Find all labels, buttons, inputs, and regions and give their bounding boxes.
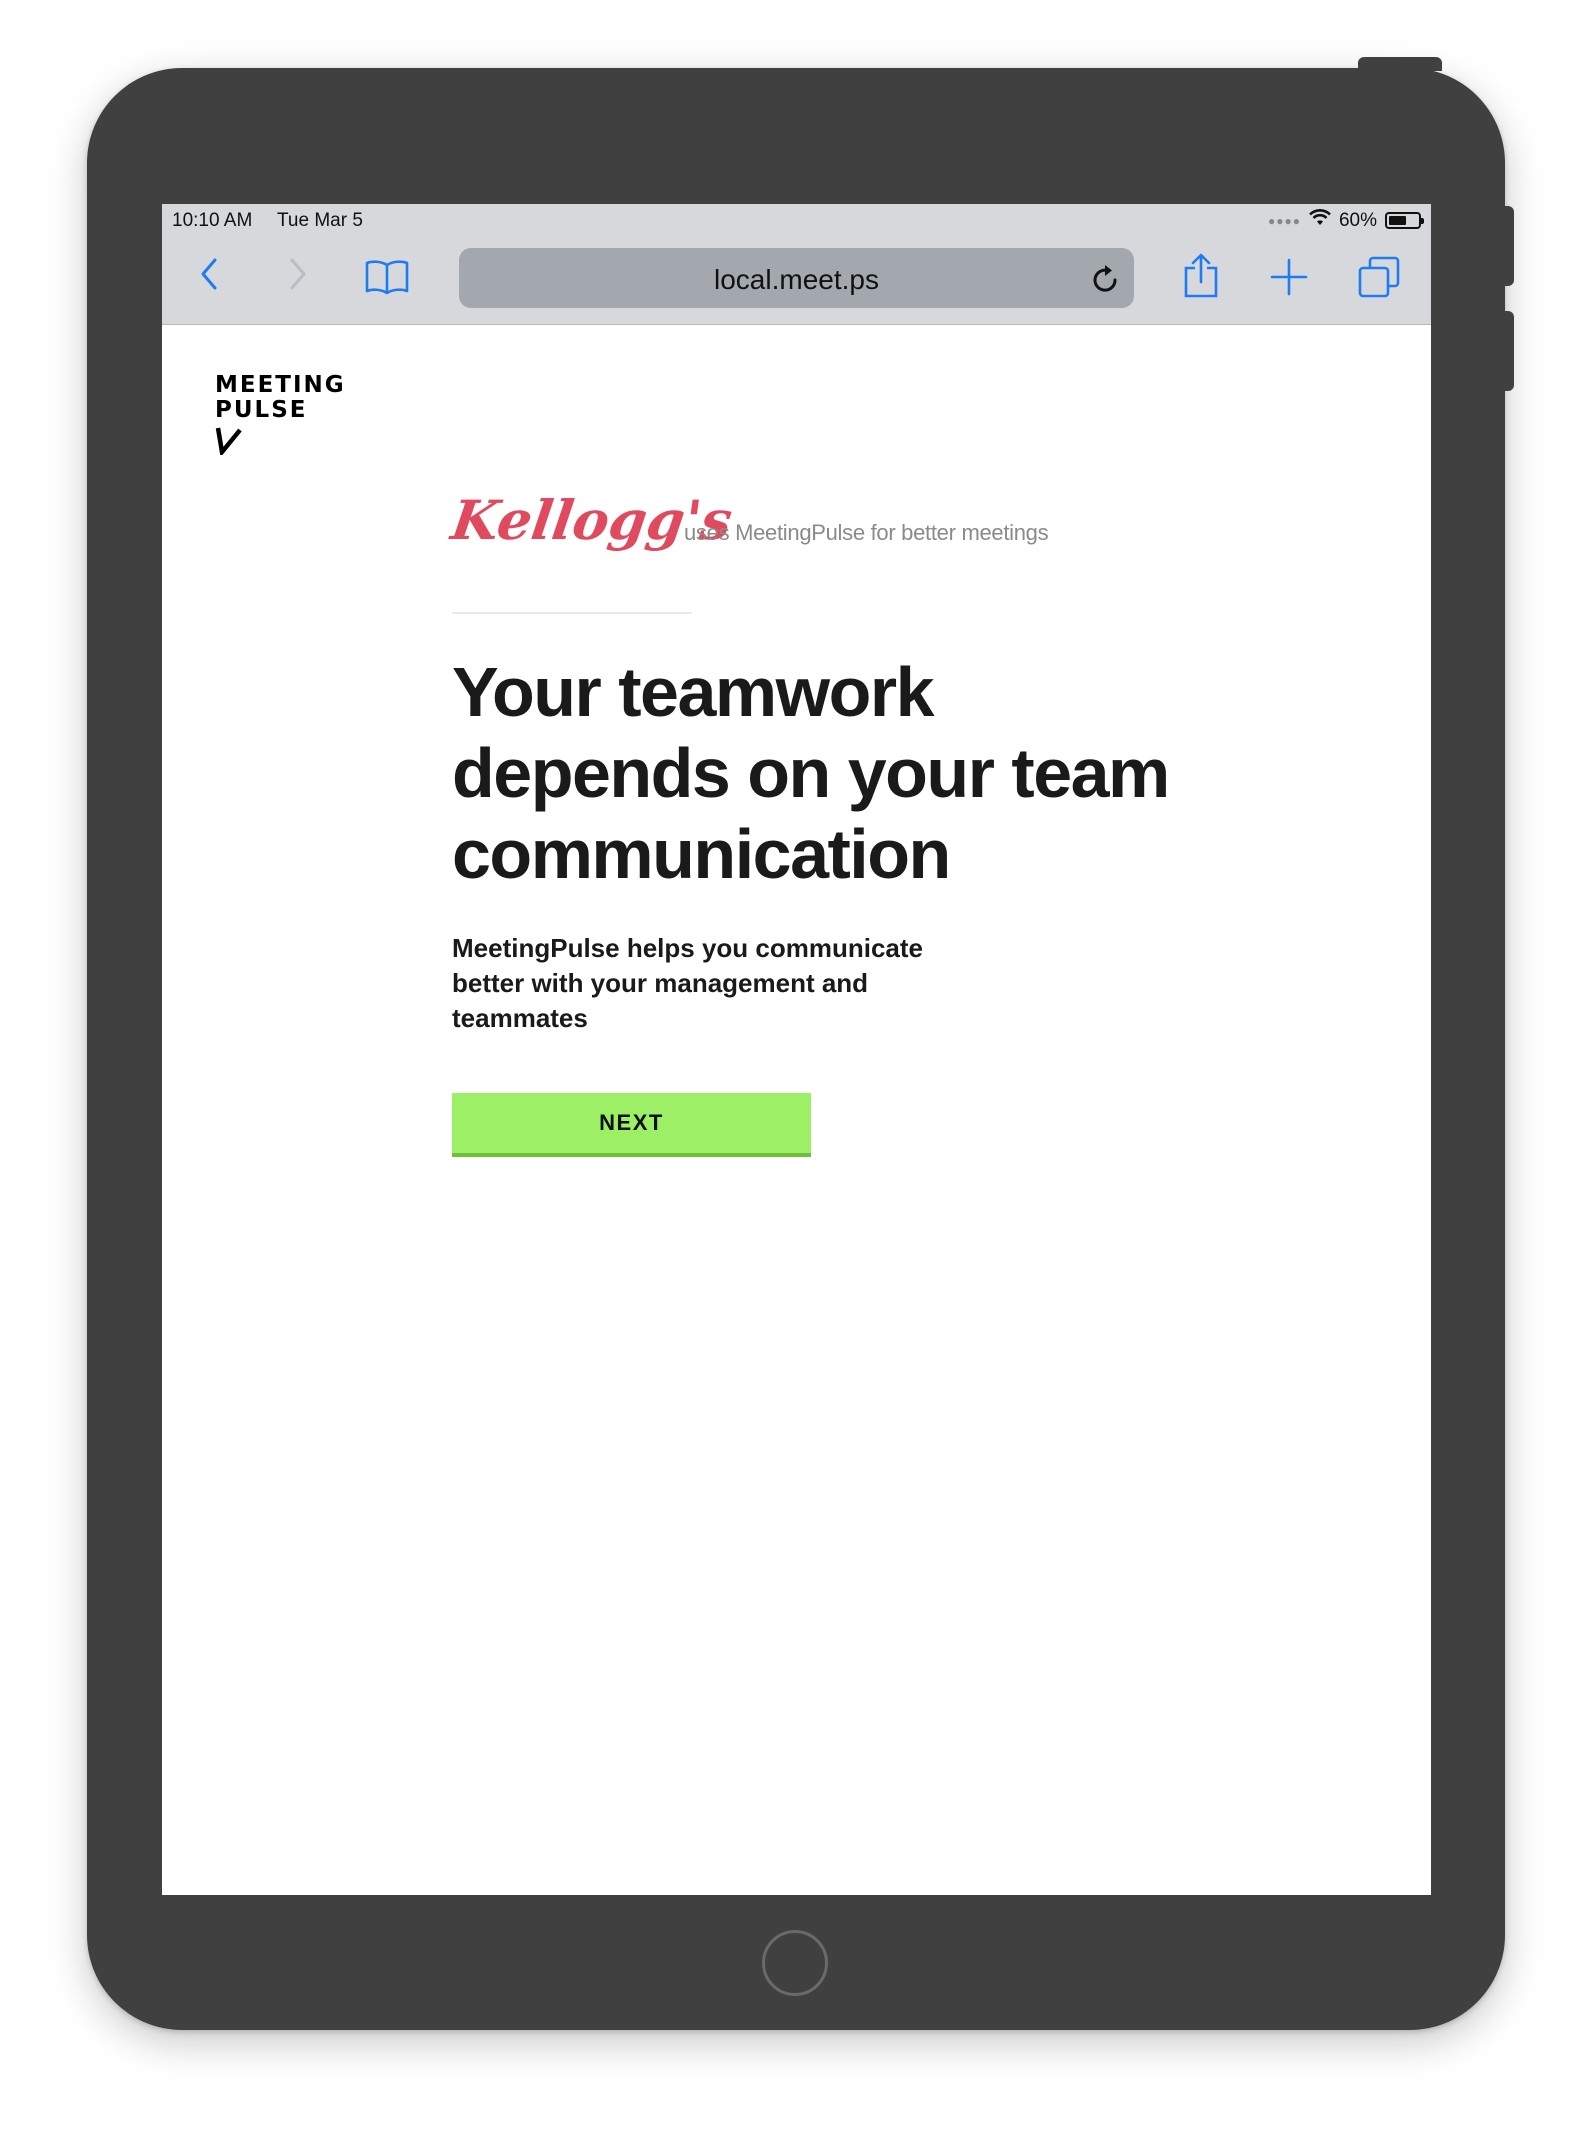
logo-line-1: MEETING — [215, 372, 346, 398]
logo-line-2: PULSE — [215, 397, 308, 423]
device-screen: 10:10 AM Tue Mar 5 ●●●● 60% local.meet.p… — [162, 204, 1431, 1895]
battery-icon — [1385, 212, 1424, 229]
page-subtext: MeetingPulse helps you communicate bette… — [452, 933, 923, 1033]
url-text: local.meet.ps — [714, 264, 879, 295]
pulse-checkmark-icon — [215, 425, 346, 460]
home-button[interactable] — [762, 1930, 828, 1996]
power-button — [1358, 57, 1442, 71]
tabs-icon[interactable] — [1358, 256, 1400, 303]
page-headline: Your teamwork depends on your team commu… — [452, 653, 1170, 893]
wifi-icon — [1309, 209, 1331, 232]
browser-toolbar: local.meet.ps — [162, 238, 1431, 325]
next-button[interactable]: NEXT — [452, 1093, 811, 1157]
web-content: MEETING PULSE Kellogg's uses MeetingPuls… — [162, 325, 1431, 1895]
signal-dots-icon: ●●●● — [1267, 213, 1301, 228]
forward-chevron-icon[interactable] — [287, 254, 309, 299]
new-tab-plus-icon[interactable] — [1270, 258, 1308, 301]
volume-down-button — [1502, 311, 1514, 391]
url-field[interactable]: local.meet.ps — [459, 248, 1134, 308]
status-time: 10:10 AM — [172, 210, 253, 231]
brand-tagline: uses MeetingPulse for better meetings — [684, 520, 1049, 545]
share-icon[interactable] — [1182, 252, 1220, 303]
divider — [452, 612, 692, 614]
meetingpulse-logo[interactable]: MEETING PULSE — [215, 373, 346, 460]
reload-icon[interactable] — [1090, 262, 1122, 301]
bookmarks-book-icon[interactable] — [364, 258, 410, 301]
status-date: Tue Mar 5 — [277, 210, 363, 231]
status-right: ●●●● 60% — [1267, 209, 1424, 232]
battery-percent: 60% — [1338, 209, 1377, 231]
back-chevron-icon[interactable] — [198, 254, 220, 299]
status-bar: 10:10 AM Tue Mar 5 ●●●● 60% — [162, 204, 1431, 238]
volume-up-button — [1502, 206, 1514, 286]
battery-level — [1389, 216, 1406, 225]
